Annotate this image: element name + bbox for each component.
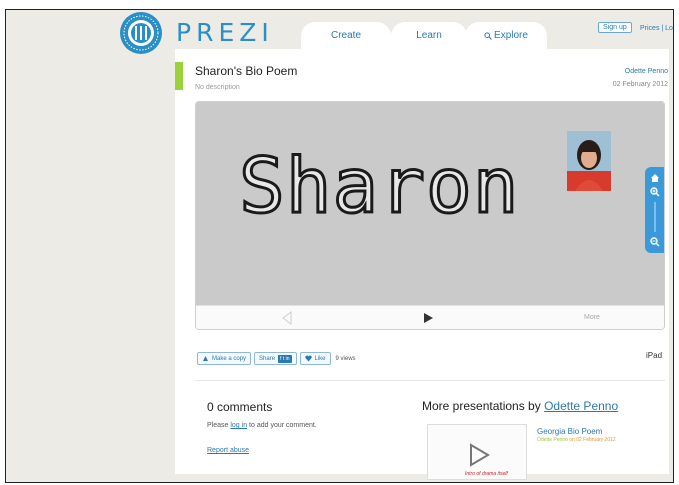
related-presentation-date: on 02 February 2012 xyxy=(569,437,616,443)
viewer-nav-bar: More xyxy=(196,305,664,329)
presentation-date: 02 February 2012 xyxy=(612,81,668,88)
previous-step-icon[interactable] xyxy=(280,311,294,325)
play-icon[interactable] xyxy=(422,312,434,324)
related-presentation-title[interactable]: Georgia Bio Poem xyxy=(537,427,602,436)
thumbnail-caption: Intro of drama itself xyxy=(465,471,508,477)
presentation-description: No description xyxy=(195,84,240,91)
actions-bar: Make a copy Share f t in Like 9 views xyxy=(197,352,356,365)
presentation-title: Sharon's Bio Poem xyxy=(195,64,298,78)
more-presentations-author-link[interactable]: Odette Penno xyxy=(544,399,618,413)
viewer-canvas[interactable]: Sharon xyxy=(196,102,664,305)
tab-create-label: Create xyxy=(330,30,361,41)
signup-button[interactable]: Sign up xyxy=(598,22,632,33)
ipad-badge[interactable]: iPad xyxy=(646,352,662,360)
related-presentation-meta: Odette Penno on 02 February 2012 xyxy=(537,437,616,443)
play-icon xyxy=(470,443,490,467)
view-count: 9 views xyxy=(335,355,356,362)
prezi-viewer[interactable]: Sharon More xyxy=(195,101,665,330)
author-link[interactable]: Odette Penno xyxy=(625,68,668,75)
portrait-photo xyxy=(567,131,611,191)
more-button[interactable]: More xyxy=(584,314,600,321)
like-label: Like xyxy=(314,355,326,362)
tab-explore-label: Explore xyxy=(494,30,528,41)
title-accent-bar xyxy=(175,62,183,90)
login-link[interactable]: log in xyxy=(230,422,247,429)
section-divider xyxy=(195,380,665,381)
tab-learn[interactable]: Learn xyxy=(391,22,467,49)
header-links[interactable]: Prices | Lo xyxy=(640,25,673,32)
comments-hint-prefix: Please xyxy=(207,422,229,429)
logo-wordmark[interactable]: PREZI xyxy=(176,18,274,47)
comments-hint: Please log in to add your comment. xyxy=(207,422,317,429)
heart-icon xyxy=(304,355,312,362)
comments-hint-suffix: to add your comment. xyxy=(249,422,317,429)
more-presentations-prefix: More presentations by xyxy=(422,399,541,413)
canvas-title-text: Sharon xyxy=(238,141,521,230)
comments-heading: 0 comments xyxy=(207,400,273,414)
share-label: Share xyxy=(259,355,276,362)
share-button[interactable]: Share f t in xyxy=(254,352,297,365)
tab-explore[interactable]: Explore xyxy=(465,22,547,49)
make-copy-label: Make a copy xyxy=(212,355,247,362)
share-social-icons: f t in xyxy=(278,354,292,363)
tab-learn-label: Learn xyxy=(416,30,442,41)
report-abuse-link[interactable]: Report abuse xyxy=(207,447,249,454)
zoom-in-icon[interactable] xyxy=(648,185,662,199)
copy-icon xyxy=(203,356,208,361)
related-presentation-author[interactable]: Odette Penno xyxy=(537,437,568,443)
prezi-logo-icon[interactable] xyxy=(119,11,163,55)
more-presentations-heading: More presentations by Odette Penno xyxy=(422,399,618,413)
zoom-controls[interactable] xyxy=(645,167,664,253)
make-copy-button[interactable]: Make a copy xyxy=(197,352,252,365)
search-icon xyxy=(484,31,492,40)
home-icon[interactable] xyxy=(648,171,662,185)
zoom-out-icon[interactable] xyxy=(648,235,662,249)
tab-create[interactable]: Create xyxy=(301,22,391,49)
like-button[interactable]: Like xyxy=(299,352,331,365)
presentation-thumbnail[interactable]: Intro of drama itself xyxy=(427,424,527,480)
zoom-slider[interactable] xyxy=(654,202,656,232)
